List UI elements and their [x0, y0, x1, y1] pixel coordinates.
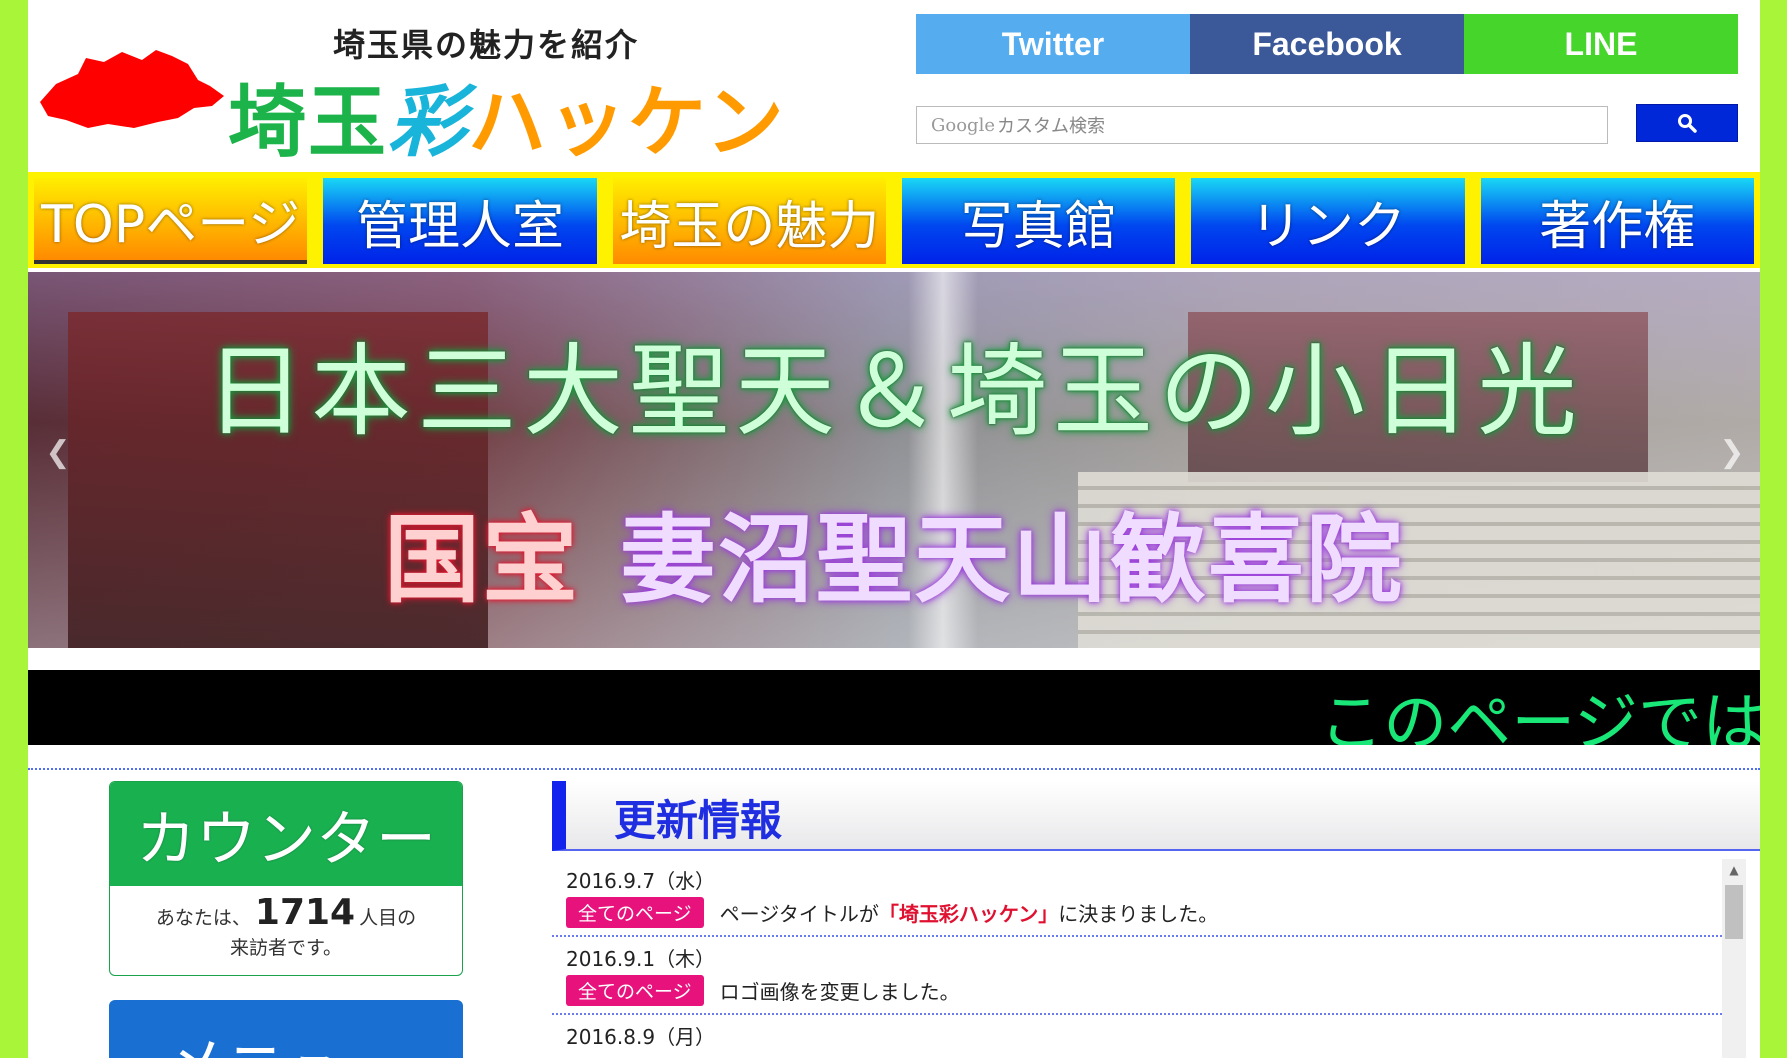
update-text-emph: 「埼玉彩ハッケン」: [878, 901, 1059, 926]
line-share-button[interactable]: LINE: [1464, 14, 1738, 74]
nav-item-copyright[interactable]: 著作権: [1480, 178, 1754, 264]
update-line: 全てのページ ロゴ画像を変更しました。: [566, 973, 1720, 1007]
updates-title: 更新情報: [614, 796, 783, 845]
search-button[interactable]: [1636, 104, 1738, 142]
list-item: 2016.9.7（水） 全てのページ ページタイトルが 「埼玉彩ハッケン」 に決まり…: [552, 859, 1734, 937]
hero-title-national-treasure: 国宝: [384, 503, 580, 616]
counter-title: カウンター: [110, 782, 462, 886]
update-text-before: ページタイトルが: [719, 901, 879, 926]
facebook-share-button[interactable]: Facebook: [1190, 14, 1464, 74]
main-nav: TOPページ 管理人室 埼玉の魅力 写真館 リンク 著作権: [28, 172, 1760, 268]
updates-list[interactable]: 2016.9.7（水） 全てのページ ページタイトルが 「埼玉彩ハッケン」 に決まり…: [552, 859, 1748, 1058]
site-title: 埼玉彩ハッケン: [228, 60, 786, 172]
search-icon: [1678, 114, 1697, 133]
slider-next-icon[interactable]: ❯: [1714, 422, 1750, 482]
list-item: 2016.9.1（木） 全てのページ ロゴ画像を変更しました。: [552, 937, 1734, 1015]
share-buttons: Twitter Facebook LINE: [916, 14, 1738, 74]
counter-widget: カウンター あなたは、 1714 人目の 来訪者です。: [109, 781, 463, 976]
update-text: ロゴ画像を変更しました。: [719, 979, 960, 1004]
hero-title-line1: 日本三大聖天＆埼玉の小日光: [205, 333, 1583, 450]
counter-line2: 来訪者です。: [229, 937, 343, 959]
visitor-count: 1714: [254, 892, 356, 933]
news-ticker: このページでは: [28, 670, 1760, 745]
hero-title-line2: 国宝 妻沼聖天山歓喜院: [28, 482, 1760, 621]
counter-body: あなたは、 1714 人目の 来訪者です。: [110, 886, 462, 963]
update-date: 2016.8.9（月）: [566, 1025, 716, 1049]
updates-header: 更新情報: [552, 781, 1760, 851]
google-label: Google: [931, 114, 995, 136]
ticker-text: このページでは: [1319, 687, 1760, 745]
page: 埼玉県の魅力を紹介 埼玉彩ハッケン Twitter Facebook LINE …: [28, 0, 1760, 1058]
search-placeholder: カスタム検索: [996, 116, 1105, 137]
scroll-up-icon[interactable]: ▲: [1722, 859, 1746, 881]
scroll-thumb[interactable]: [1725, 885, 1743, 939]
saitama-map-icon: [40, 50, 224, 128]
nav-item-links[interactable]: リンク: [1191, 178, 1465, 264]
hero-slider[interactable]: 日本三大聖天＆埼玉の小日光 国宝 妻沼聖天山歓喜院 ❮ ❯: [28, 272, 1760, 648]
menu-title: メニュー: [109, 1000, 463, 1058]
update-date: 2016.9.1（木）: [566, 947, 716, 971]
update-text-after: に決まりました。: [1058, 901, 1219, 926]
update-line: 全てのページ ページタイトルが 「埼玉彩ハッケン」 に決まりました。: [566, 895, 1720, 929]
list-item: 2016.8.9（月）: [552, 1015, 1734, 1057]
updates-scrollbar[interactable]: ▲: [1722, 859, 1746, 1058]
search-input[interactable]: Google カスタム検索: [916, 106, 1608, 144]
counter-suffix: 人目の: [359, 907, 417, 929]
site-title-part-1: 埼玉: [228, 78, 389, 168]
hero-title-temple-name: 妻沼聖天山歓喜院: [620, 503, 1404, 616]
site-logo[interactable]: 埼玉県の魅力を紹介 埼玉彩ハッケン: [38, 14, 798, 168]
site-title-part-3: ハッケン: [468, 78, 786, 168]
site-title-part-2: 彩: [388, 78, 469, 168]
nav-item-photo-gallery[interactable]: 写真館: [901, 178, 1176, 264]
section-divider: [28, 768, 1760, 770]
update-tag[interactable]: 全てのページ: [566, 974, 704, 1006]
update-tag[interactable]: 全てのページ: [566, 896, 704, 928]
menu-widget: メニュー: [109, 1000, 463, 1058]
nav-item-saitama-charm[interactable]: 埼玉の魅力: [612, 178, 886, 264]
twitter-share-button[interactable]: Twitter: [916, 14, 1190, 74]
nav-item-admin-room[interactable]: 管理人室: [323, 178, 597, 264]
update-date: 2016.9.7（水）: [566, 869, 716, 893]
counter-prefix: あなたは、: [155, 907, 251, 929]
nav-item-top[interactable]: TOPページ: [34, 178, 308, 264]
main-content: 更新情報 2016.9.7（水） 全てのページ ページタイトルが 「埼玉彩ハッケン…: [552, 781, 1760, 1058]
slider-prev-icon[interactable]: ❮: [40, 422, 76, 482]
